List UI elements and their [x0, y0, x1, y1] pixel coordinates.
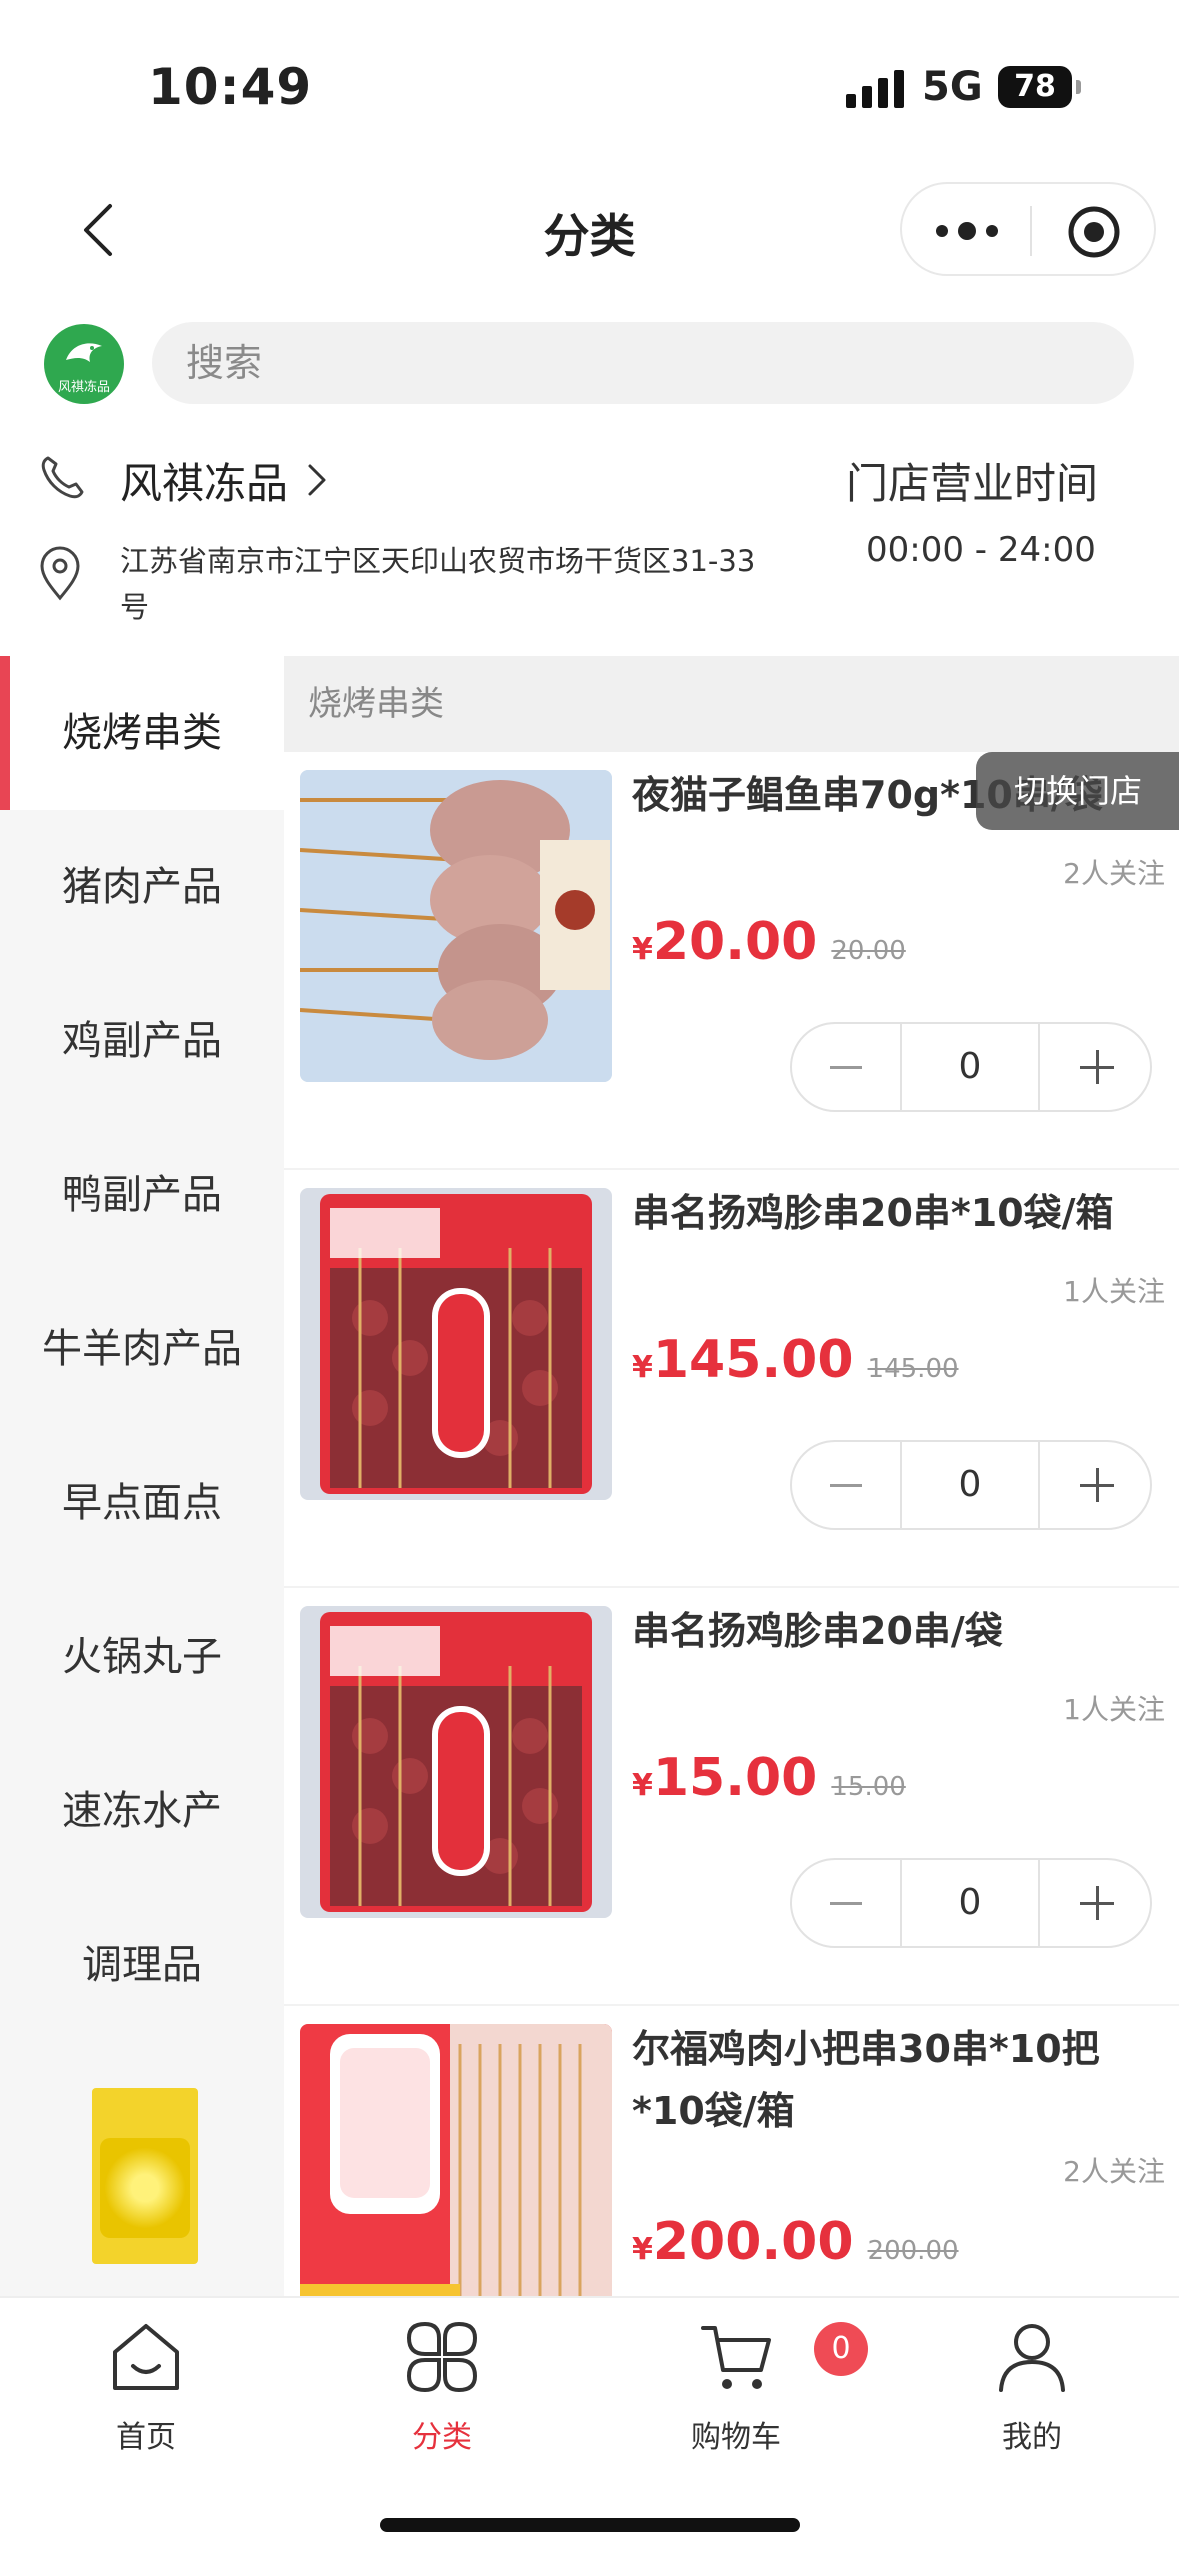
home-icon — [113, 2324, 179, 2390]
decrease-button[interactable] — [792, 1860, 900, 1946]
store-name[interactable]: 风祺冻品 — [120, 450, 288, 511]
chevron-right-icon[interactable] — [306, 462, 328, 498]
original-price: 20.00 — [831, 936, 906, 966]
product-image-gizzard-box[interactable] — [300, 1188, 612, 1500]
signal-icon — [846, 70, 904, 108]
sidebar-item-breakfast[interactable]: 早点面点 — [0, 1426, 284, 1580]
location-icon — [40, 546, 80, 601]
product-followers: 2人关注 — [1063, 2155, 1165, 2188]
product-price: ¥15.00 15.00 — [632, 1748, 906, 1808]
shop-logo-text: 风祺冻品 — [57, 380, 110, 395]
decrease-button[interactable] — [792, 1442, 900, 1528]
product-price: ¥20.00 20.00 — [632, 912, 906, 972]
nav-bar: 分类 — [0, 170, 1179, 290]
original-price: 145.00 — [867, 1354, 959, 1384]
product-price: ¥145.00 145.00 — [632, 1330, 959, 1390]
capsule-divider — [1030, 206, 1032, 256]
product-name[interactable]: 尔福鸡肉小把串30串*10把 *10袋/箱 — [632, 2018, 1162, 2142]
bird-logo-icon — [66, 343, 102, 362]
tab-cart[interactable]: 购物车 — [636, 2318, 836, 2468]
tab-mine[interactable]: 我的 — [932, 2318, 1132, 2468]
search-input[interactable] — [186, 322, 1086, 404]
product-followers: 2人关注 — [1063, 857, 1165, 890]
miniprogram-capsule — [900, 182, 1156, 276]
currency-symbol: ¥ — [632, 1350, 653, 1385]
user-icon — [999, 2324, 1065, 2392]
currency-symbol: ¥ — [632, 1768, 653, 1803]
product-name[interactable]: 串名扬鸡胗串20串/袋 — [632, 1600, 1162, 1662]
quantity-value[interactable]: 0 — [900, 1860, 1040, 1946]
sidebar-item-chicken[interactable]: 鸡副产品 — [0, 964, 284, 1118]
product-item[interactable]: 串名扬鸡胗串20串/袋 1人关注 ¥15.00 15.00 0 — [284, 1588, 1179, 2006]
product-image-chicken-skewer[interactable] — [300, 2024, 612, 2296]
quantity-value[interactable]: 0 — [900, 1442, 1040, 1528]
bottom-tab-bar: 首页 分类 购物车 0 我的 — [0, 2296, 1179, 2556]
cart-count-badge: 0 — [814, 2322, 868, 2376]
category-sidebar: 烧烤串类 猪肉产品 鸡副产品 鸭副产品 牛羊肉产品 早点面点 火锅丸子 速冻水产… — [0, 656, 284, 2296]
switch-store-button[interactable]: 切换门店 — [976, 752, 1179, 830]
increase-button[interactable] — [1040, 1442, 1152, 1528]
phone-icon[interactable] — [38, 454, 86, 502]
network-type: 5G — [922, 64, 983, 110]
sidebar-promo-image[interactable] — [92, 2088, 198, 2264]
category-header: 烧烤串类 — [284, 656, 1179, 752]
product-image-fish-skewer[interactable] — [300, 770, 612, 1082]
increase-button[interactable] — [1040, 1860, 1152, 1946]
product-followers: 1人关注 — [1063, 1275, 1165, 1308]
decrease-button[interactable] — [792, 1024, 900, 1110]
original-price: 15.00 — [831, 1772, 906, 1802]
battery-indicator: 78 — [998, 66, 1081, 108]
increase-button[interactable] — [1040, 1024, 1152, 1110]
quantity-stepper: 0 — [790, 1022, 1152, 1112]
home-indicator — [380, 2518, 800, 2532]
product-image-gizzard-bag[interactable] — [300, 1606, 612, 1918]
cart-icon — [701, 2326, 771, 2389]
tab-category[interactable]: 分类 — [342, 2318, 542, 2468]
tab-home-label: 首页 — [116, 2420, 176, 2455]
tab-mine-label: 我的 — [1002, 2420, 1062, 2455]
store-address: 江苏省南京市江宁区天印山农贸市场干货区31-33号 — [120, 544, 756, 624]
product-name[interactable]: 串名扬鸡胗串20串*10袋/箱 — [632, 1182, 1162, 1244]
close-miniprogram-icon[interactable] — [1066, 204, 1122, 260]
price-amount: 145.00 — [652, 1330, 854, 1390]
corn-product-image — [100, 2138, 190, 2238]
sidebar-item-hotpot-balls[interactable]: 火锅丸子 — [0, 1580, 284, 1734]
tab-home[interactable]: 首页 — [46, 2318, 246, 2468]
quantity-value[interactable]: 0 — [900, 1024, 1040, 1110]
tab-cart-label: 购物车 — [691, 2420, 781, 2455]
product-item[interactable]: 串名扬鸡胗串20串*10袋/箱 1人关注 ¥145.00 145.00 0 — [284, 1170, 1179, 1588]
currency-symbol: ¥ — [632, 932, 653, 967]
sidebar-item-prepared-food[interactable]: 调理品 — [0, 1888, 284, 2042]
status-time: 10:49 — [148, 58, 313, 116]
sidebar-item-bbq-skewers[interactable]: 烧烤串类 — [0, 656, 284, 810]
product-followers: 1人关注 — [1063, 1693, 1165, 1726]
price-amount: 15.00 — [652, 1748, 818, 1808]
sidebar-item-duck[interactable]: 鸭副产品 — [0, 1118, 284, 1272]
quantity-stepper: 0 — [790, 1858, 1152, 1948]
sidebar-item-beef-lamb[interactable]: 牛羊肉产品 — [0, 1272, 284, 1426]
price-amount: 200.00 — [652, 2212, 854, 2272]
status-bar: 10:49 5G 78 — [0, 0, 1179, 150]
search-bar[interactable] — [152, 322, 1134, 404]
currency-symbol: ¥ — [632, 2232, 653, 2267]
product-item[interactable]: 尔福鸡肉小把串30串*10把 *10袋/箱 2人关注 ¥200.00 200.00 — [284, 2006, 1179, 2296]
quantity-stepper: 0 — [790, 1440, 1152, 1530]
store-hours-label: 门店营业时间 — [846, 459, 1099, 508]
product-list: 烧烤串类 夜猫子鲳鱼串70g*10串/袋 2人关注 ¥20.0020.00 0 — [284, 656, 1179, 2296]
price-amount: 20.00 — [652, 912, 818, 972]
more-icon[interactable] — [932, 214, 1002, 248]
sidebar-item-pork[interactable]: 猪肉产品 — [0, 810, 284, 964]
shop-logo: 风祺冻品 — [44, 324, 124, 404]
original-price: 200.00 — [867, 2236, 959, 2266]
sidebar-item-frozen-seafood[interactable]: 速冻水产 — [0, 1734, 284, 1888]
category-icon — [406, 2321, 478, 2393]
store-info: 风祺冻品 门店营业时间 00:00 - 24:00 江苏省南京市江宁区天印山农贸… — [0, 430, 1179, 630]
product-price: ¥200.00 200.00 — [632, 2212, 959, 2272]
store-hours: 00:00 - 24:00 — [866, 530, 1096, 570]
tab-category-label: 分类 — [412, 2420, 472, 2455]
